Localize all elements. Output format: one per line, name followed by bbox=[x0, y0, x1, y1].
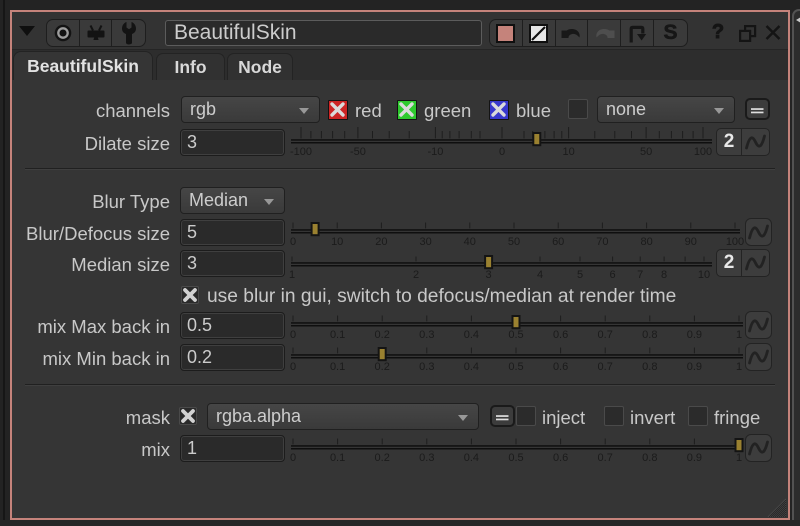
svg-text:5: 5 bbox=[577, 269, 583, 281]
svg-text:0.2: 0.2 bbox=[375, 329, 390, 341]
svg-text:10: 10 bbox=[698, 269, 710, 281]
svg-text:0: 0 bbox=[499, 146, 505, 158]
svg-text:10: 10 bbox=[331, 236, 343, 248]
svg-text:0.5: 0.5 bbox=[508, 361, 523, 373]
svg-text:0.8: 0.8 bbox=[642, 452, 657, 464]
svg-text:8: 8 bbox=[661, 269, 667, 281]
svg-text:7: 7 bbox=[637, 269, 643, 281]
svg-text:3: 3 bbox=[486, 269, 492, 281]
svg-text:-100: -100 bbox=[290, 146, 312, 158]
svg-text:0.4: 0.4 bbox=[464, 452, 479, 464]
svg-text:1: 1 bbox=[736, 361, 742, 373]
svg-text:20: 20 bbox=[375, 236, 387, 248]
svg-text:70: 70 bbox=[596, 236, 608, 248]
svg-text:0.1: 0.1 bbox=[330, 329, 345, 341]
svg-text:30: 30 bbox=[419, 236, 431, 248]
svg-text:0.3: 0.3 bbox=[419, 452, 434, 464]
svg-text:100: 100 bbox=[694, 146, 712, 158]
svg-text:90: 90 bbox=[685, 236, 697, 248]
svg-text:4: 4 bbox=[537, 269, 543, 281]
svg-text:-10: -10 bbox=[427, 146, 443, 158]
svg-text:40: 40 bbox=[464, 236, 476, 248]
svg-text:0.6: 0.6 bbox=[553, 361, 568, 373]
svg-text:0.8: 0.8 bbox=[642, 329, 657, 341]
svg-text:1: 1 bbox=[736, 329, 742, 341]
svg-text:0.3: 0.3 bbox=[419, 361, 434, 373]
svg-text:0.5: 0.5 bbox=[508, 452, 523, 464]
svg-text:0.8: 0.8 bbox=[642, 361, 657, 373]
svg-text:0.6: 0.6 bbox=[553, 329, 568, 341]
svg-text:0.4: 0.4 bbox=[464, 361, 479, 373]
svg-text:2: 2 bbox=[413, 269, 419, 281]
svg-text:0.5: 0.5 bbox=[508, 329, 523, 341]
svg-text:0: 0 bbox=[290, 329, 296, 341]
svg-text:50: 50 bbox=[640, 146, 652, 158]
svg-text:0: 0 bbox=[290, 452, 296, 464]
svg-text:0.1: 0.1 bbox=[330, 361, 345, 373]
svg-text:0.3: 0.3 bbox=[419, 329, 434, 341]
svg-text:6: 6 bbox=[610, 269, 616, 281]
svg-text:60: 60 bbox=[552, 236, 564, 248]
svg-text:0.9: 0.9 bbox=[687, 452, 702, 464]
svg-text:0.4: 0.4 bbox=[464, 329, 479, 341]
svg-text:0.7: 0.7 bbox=[598, 329, 613, 341]
svg-text:0.2: 0.2 bbox=[375, 452, 390, 464]
svg-text:0.2: 0.2 bbox=[375, 361, 390, 373]
svg-text:-50: -50 bbox=[350, 146, 366, 158]
svg-text:50: 50 bbox=[508, 236, 520, 248]
svg-text:0.1: 0.1 bbox=[330, 452, 345, 464]
svg-text:0: 0 bbox=[290, 361, 296, 373]
svg-text:10: 10 bbox=[562, 146, 574, 158]
svg-text:0.7: 0.7 bbox=[598, 452, 613, 464]
svg-text:1: 1 bbox=[736, 452, 742, 464]
svg-text:100: 100 bbox=[726, 236, 744, 248]
svg-text:1: 1 bbox=[289, 269, 295, 281]
svg-text:80: 80 bbox=[640, 236, 652, 248]
svg-text:0.7: 0.7 bbox=[598, 361, 613, 373]
svg-text:0: 0 bbox=[290, 236, 296, 248]
svg-text:0.6: 0.6 bbox=[553, 452, 568, 464]
svg-text:0.9: 0.9 bbox=[687, 329, 702, 341]
svg-text:0.9: 0.9 bbox=[687, 361, 702, 373]
